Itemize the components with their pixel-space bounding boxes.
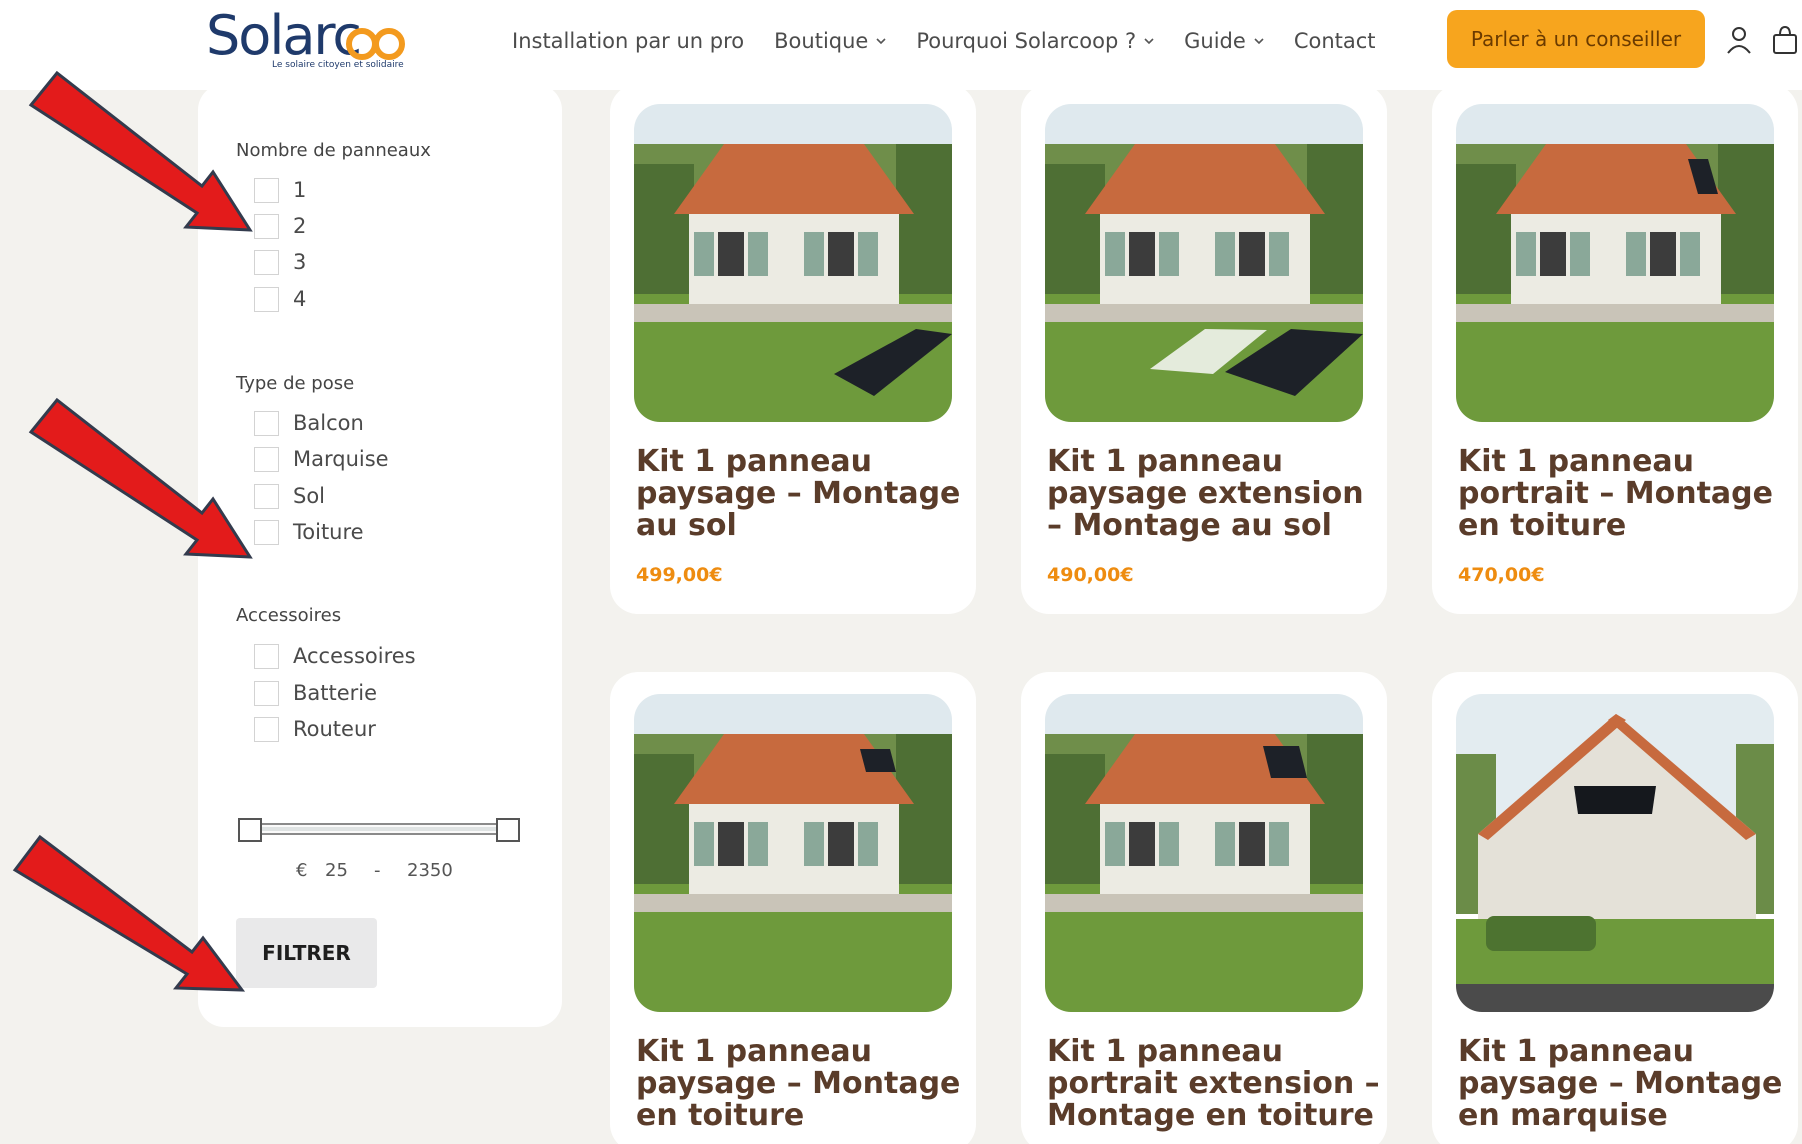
arrow-icon: [28, 397, 253, 559]
annotation-arrows: [12, 70, 253, 992]
arrow-icon: [12, 834, 246, 992]
arrow-icon: [28, 70, 253, 232]
